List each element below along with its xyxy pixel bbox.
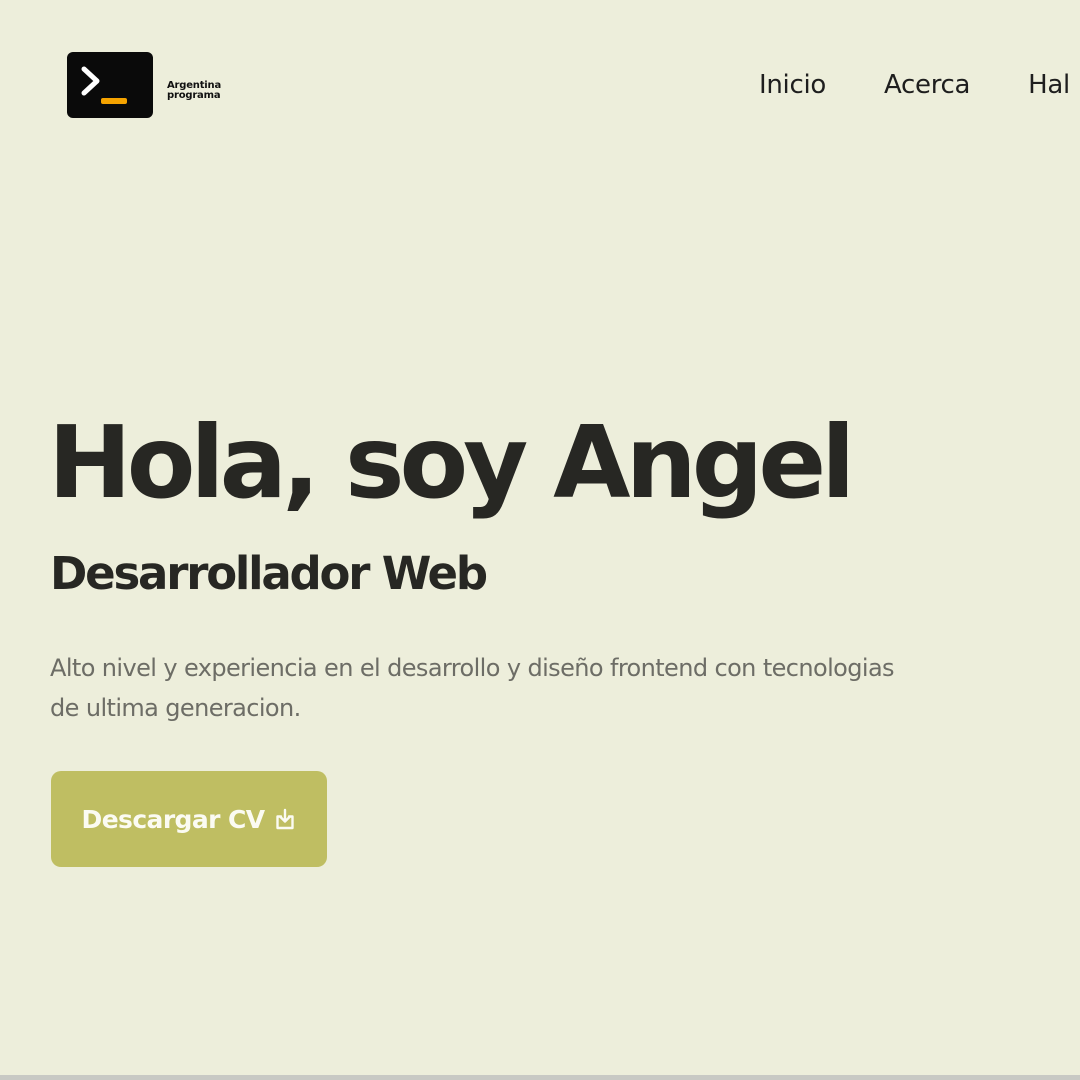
main-nav: Inicio Acerca Hal <box>759 68 1080 102</box>
page: Argentina programa Inicio Acerca Hal Hol… <box>0 0 1080 1080</box>
terminal-prompt-icon <box>67 52 153 118</box>
brand-logo[interactable]: Argentina programa <box>67 52 221 118</box>
hero-subtitle: Desarrollador Web <box>50 547 488 600</box>
nav-link-acerca[interactable]: Acerca <box>884 68 970 102</box>
window-bottom-edge <box>0 1075 1080 1080</box>
download-cv-label: Descargar CV <box>81 804 266 834</box>
hero-title: Hola, soy Angel <box>48 404 855 521</box>
download-icon <box>274 807 296 831</box>
nav-link-inicio[interactable]: Inicio <box>759 68 826 102</box>
download-cv-button[interactable]: Descargar CV <box>51 771 327 867</box>
nav-link-hal[interactable]: Hal <box>1028 68 1070 102</box>
brand-name: Argentina programa <box>167 81 221 101</box>
hero-description: Alto nivel y experiencia en el desarroll… <box>50 654 895 722</box>
brand-name-line2: programa <box>167 90 221 101</box>
